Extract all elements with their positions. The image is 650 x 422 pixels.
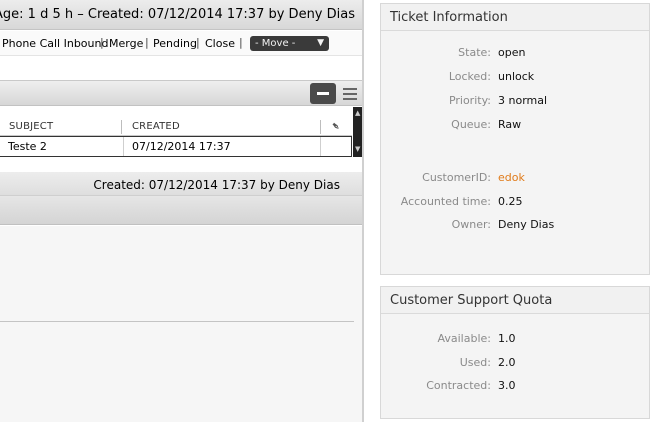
merge-link[interactable]: Merge <box>109 37 143 50</box>
customer-id-label: CustomerID: <box>422 171 491 184</box>
article-table-header: SUBJECT CREATED ✒ <box>0 118 352 136</box>
ticket-information-title: Ticket Information <box>390 10 508 25</box>
minus-icon <box>317 92 329 95</box>
owner-label: Owner: <box>451 218 491 231</box>
priority-value: 3 normal <box>498 94 548 107</box>
customer-support-quota-header: Customer Support Quota <box>381 287 649 314</box>
article-created-bar: Created: 07/12/2014 17:37 by Deny Dias <box>0 172 364 196</box>
cell-divider <box>123 137 124 156</box>
phone-call-inbound-link[interactable]: Phone Call Inbound <box>2 37 108 50</box>
pending-link[interactable]: Pending <box>153 37 197 50</box>
list-icon <box>343 98 357 100</box>
available-label: Available: <box>437 332 492 345</box>
chevron-up-icon[interactable]: ▲ <box>355 109 360 117</box>
ticket-age-text: Age: 1 d 5 h – Created: 07/12/2014 17:37… <box>0 7 355 22</box>
customer-support-quota-panel: Customer Support Quota Available: 1.0 Us… <box>380 286 650 419</box>
action-separator: | <box>239 36 243 49</box>
panel-scrollbar[interactable] <box>362 0 364 422</box>
column-header-subject[interactable]: SUBJECT <box>9 121 53 132</box>
accounted-time-label: Accounted time: <box>400 195 491 208</box>
state-value: open <box>498 46 526 59</box>
ticket-age-bar: Age: 1 d 5 h – Created: 07/12/2014 17:37… <box>0 0 364 30</box>
article-toolbar <box>0 196 364 225</box>
article-list-header <box>0 80 364 106</box>
used-value: 2.0 <box>498 356 516 369</box>
state-label: State: <box>458 46 491 59</box>
list-view-button[interactable] <box>340 84 360 104</box>
collapse-button[interactable] <box>310 83 336 104</box>
used-label: Used: <box>459 356 491 369</box>
contracted-value: 3.0 <box>498 379 516 392</box>
ticket-information-header: Ticket Information <box>381 4 649 31</box>
ticket-action-menu: Phone Call Inbound | Merge | Pending | C… <box>0 31 364 56</box>
action-separator: | <box>196 36 200 49</box>
available-value: 1.0 <box>498 332 516 345</box>
priority-label: Priority: <box>448 94 491 107</box>
ticket-information-panel: Ticket Information State: open Locked: u… <box>380 3 650 275</box>
article-created-text: Created: 07/12/2014 17:37 by Deny Dias <box>93 178 340 192</box>
owner-value: Deny Dias <box>498 218 555 231</box>
action-separator: | <box>145 36 149 49</box>
article-subject: Teste 2 <box>8 140 47 153</box>
table-row[interactable]: Teste 2 07/12/2014 17:37 <box>0 136 352 157</box>
action-separator: | <box>100 36 104 49</box>
customer-support-quota-title: Customer Support Quota <box>390 293 553 308</box>
queue-value: Raw <box>498 118 522 131</box>
list-icon <box>343 88 357 90</box>
paperclip-icon: ✒ <box>327 118 344 135</box>
article-created: 07/12/2014 17:37 <box>132 140 231 153</box>
chevron-down-icon: ▼ <box>317 38 324 48</box>
cell-divider <box>320 137 321 156</box>
queue-label: Queue: <box>451 118 491 131</box>
locked-value: unlock <box>498 70 535 83</box>
article-body <box>0 226 364 422</box>
customer-id-link[interactable]: edok <box>498 171 525 184</box>
list-icon <box>343 93 357 95</box>
divider <box>0 321 354 322</box>
chevron-down-icon[interactable]: ▼ <box>355 145 360 153</box>
ticket-zoom-main: Age: 1 d 5 h – Created: 07/12/2014 17:37… <box>0 0 364 422</box>
close-link[interactable]: Close <box>205 37 235 50</box>
move-queue-select[interactable]: - Move - ▼ <box>250 36 329 51</box>
accounted-time-value: 0.25 <box>498 195 523 208</box>
column-divider[interactable] <box>121 120 122 134</box>
column-divider[interactable] <box>320 120 321 134</box>
move-select-value: - Move - <box>255 38 296 49</box>
contracted-label: Contracted: <box>426 379 491 392</box>
locked-label: Locked: <box>448 70 491 83</box>
column-header-created[interactable]: CREATED <box>132 121 180 132</box>
